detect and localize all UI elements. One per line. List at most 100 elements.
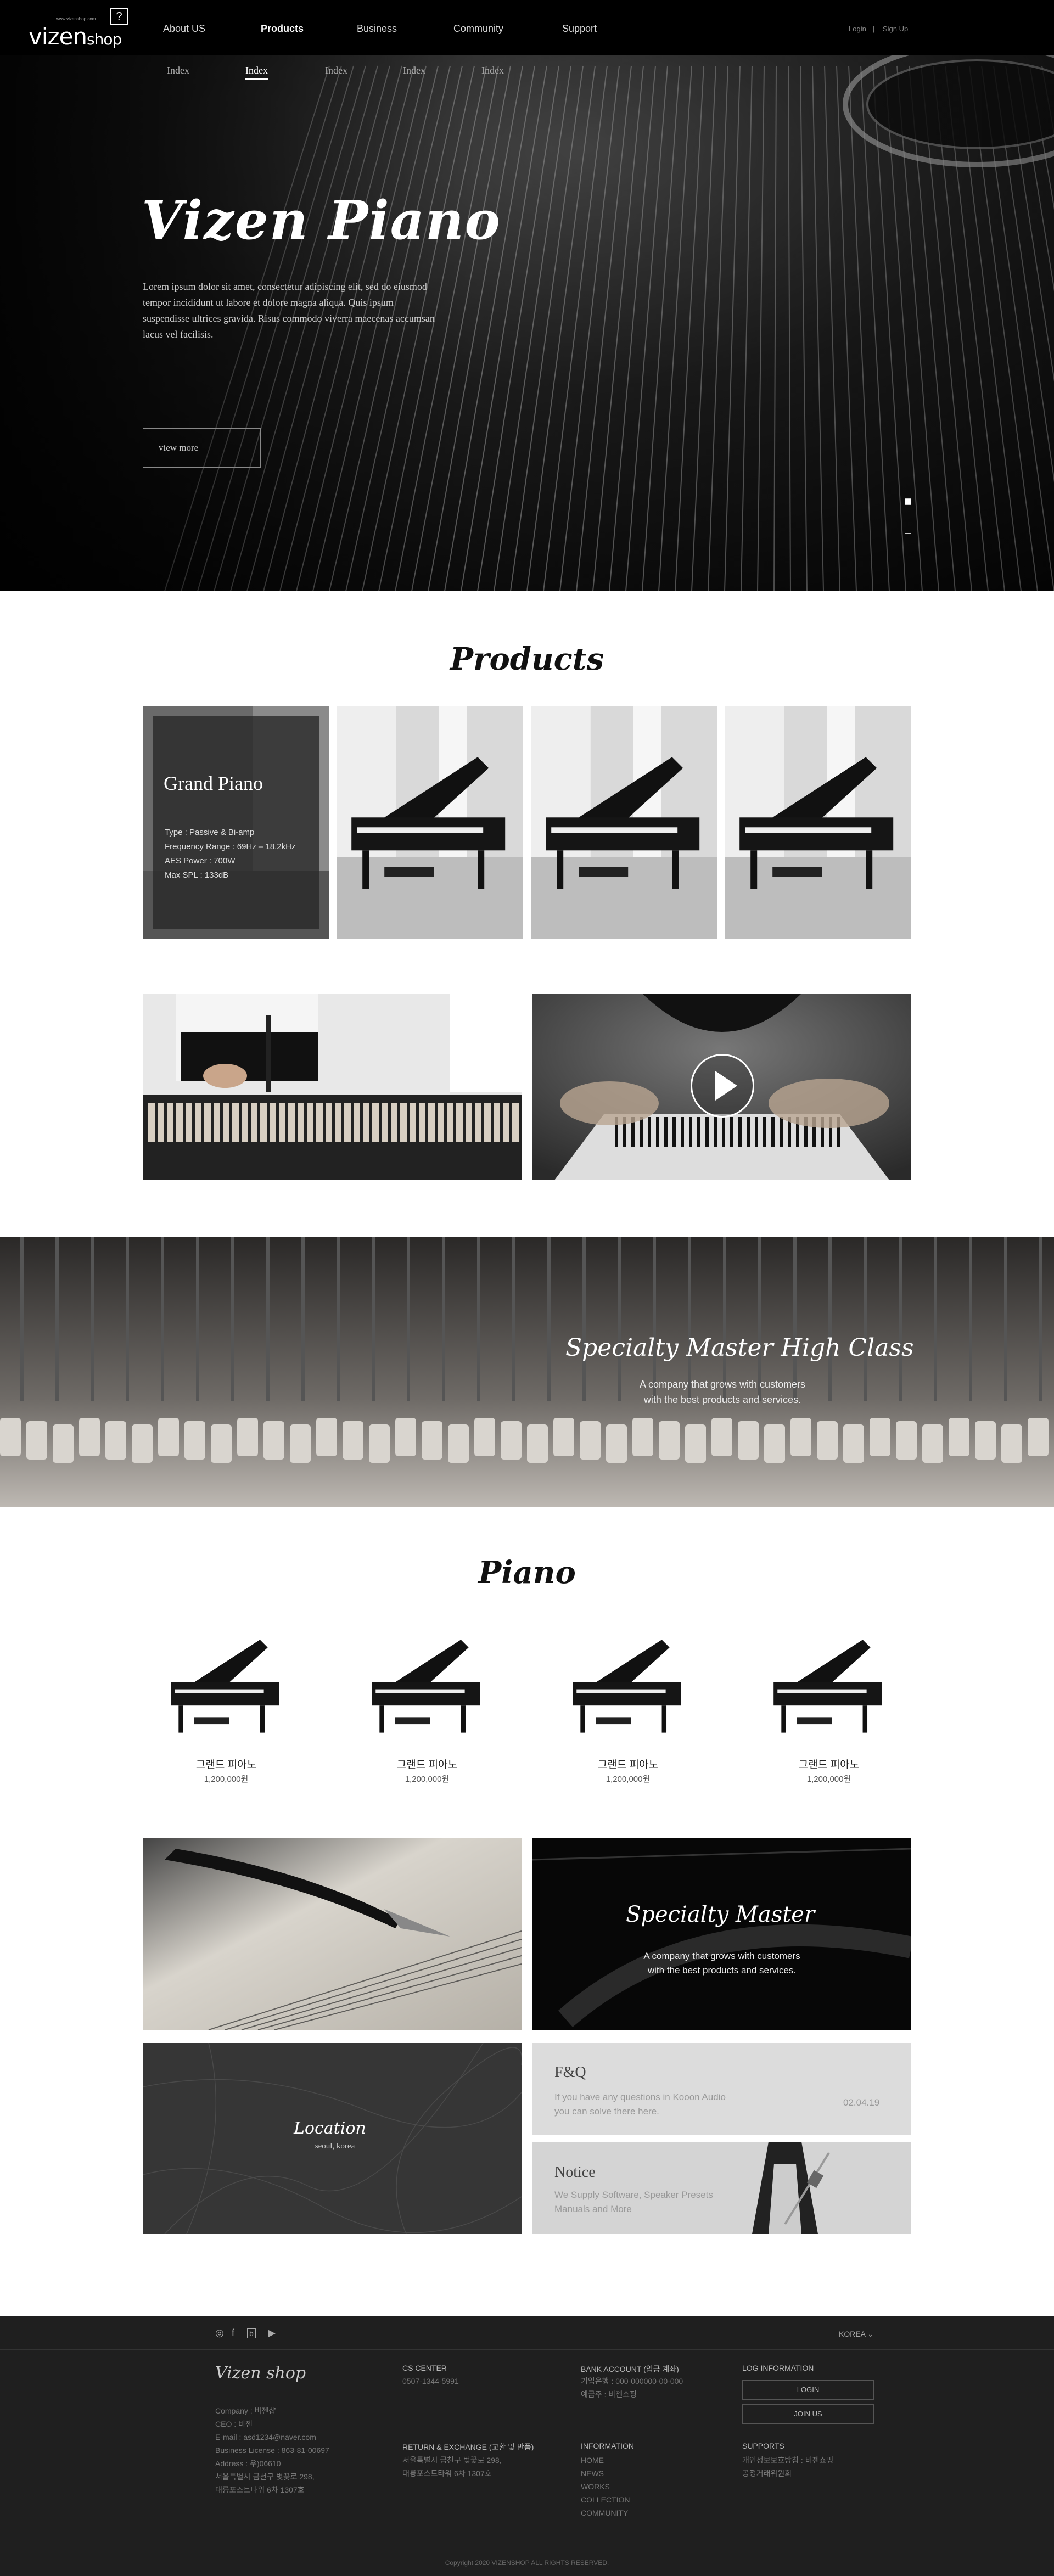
product-card[interactable]: [725, 706, 911, 939]
footer-join-button[interactable]: JOIN US: [742, 2404, 874, 2424]
speech-bubble-icon: ?: [110, 8, 128, 25]
notice-title: Notice: [554, 2164, 596, 2181]
nav-item-products[interactable]: Products: [261, 23, 304, 35]
footer-divider: [0, 2349, 1054, 2350]
facebook-icon[interactable]: f: [232, 2327, 234, 2339]
piano-name: 그랜드 피아노: [798, 1759, 860, 1771]
featured-product-name: Grand Piano: [164, 772, 263, 794]
signup-link[interactable]: Sign Up: [883, 25, 908, 33]
grand-piano-photo: [337, 706, 523, 939]
spec-power: AES Power : 700W: [165, 856, 236, 866]
featured-product-card[interactable]: Grand Piano Type : Passive & Bi-amp Freq…: [143, 706, 329, 939]
subnav-item[interactable]: Index: [481, 65, 504, 76]
specialty-banner-line1: A company that grows with customers: [639, 1379, 806, 1390]
piano-product-item[interactable]: 그랜드 피아노 1,200,000원: [160, 1608, 292, 1784]
footer-link-home[interactable]: HOME: [581, 2454, 630, 2467]
language-selector[interactable]: KOREA ⌄: [839, 2330, 874, 2339]
piano-section-title: Piano: [478, 1554, 576, 1591]
map-background: [143, 2043, 522, 2234]
instagram-icon[interactable]: ◎: [215, 2327, 224, 2339]
hero-section: vizenshop www.vizenshop.com ? About US P…: [0, 0, 1054, 591]
footer-logo: Vizen shop: [215, 2364, 306, 2383]
specialty-banner: [0, 1237, 1054, 1507]
bank-heading: BANK ACCOUNT (입금 계좌): [581, 2365, 679, 2373]
supports-heading: SUPPORTS: [742, 2442, 784, 2450]
piano-name: 그랜드 피아노: [195, 1759, 257, 1771]
notice-line2: Manuals and More: [554, 2204, 632, 2214]
piano-price: 1,200,000원: [606, 1775, 651, 1784]
piano-technician-photo: [143, 994, 522, 1180]
sheet-music-pen-photo[interactable]: [143, 1838, 522, 2030]
youtube-icon[interactable]: ▶: [268, 2327, 276, 2339]
piano-video-thumbnail[interactable]: [532, 994, 911, 1180]
grand-piano-image: [372, 1640, 480, 1733]
grand-piano-image: [171, 1640, 279, 1733]
specialty-banner-title: Specialty Master High Class: [565, 1334, 914, 1362]
nav-item-business[interactable]: Business: [357, 23, 397, 35]
information-heading: INFORMATION: [581, 2442, 634, 2450]
slide-indicator-2[interactable]: [905, 513, 911, 519]
footer-link-news[interactable]: NEWS: [581, 2467, 630, 2480]
logo-tagline: www.vizenshop.com: [56, 16, 96, 21]
subnav-item[interactable]: Index: [403, 65, 425, 76]
notice-line1: We Supply Software, Speaker Presets: [554, 2190, 713, 2200]
faq-tile[interactable]: [532, 2043, 911, 2135]
footer-link-community[interactable]: COMMUNITY: [581, 2506, 630, 2519]
piano-price: 1,200,000원: [806, 1775, 851, 1784]
nav-item-community[interactable]: Community: [453, 23, 503, 35]
specialty-banner-line2: with the best products and services.: [643, 1394, 801, 1405]
cs-phone: 0507-1344-5991: [402, 2377, 459, 2386]
piano-name: 그랜드 피아노: [396, 1759, 458, 1771]
piano-product-item[interactable]: 그랜드 피아노 1,200,000원: [562, 1608, 694, 1784]
bank-info: 기업은행 : 000-000000-00-000 예금주 : 비젠쇼핑: [581, 2377, 683, 2399]
location-tile[interactable]: [143, 2043, 522, 2234]
card-overlay: [153, 716, 319, 929]
footer-login-button[interactable]: LOGIN: [742, 2380, 874, 2400]
log-information-heading: LOG INFORMATION: [742, 2364, 814, 2372]
spec-frequency: Frequency Range : 69Hz – 18.2kHz: [165, 842, 296, 851]
play-button[interactable]: [691, 1054, 754, 1118]
subnav-item[interactable]: Index: [167, 65, 189, 76]
grand-piano-image: [773, 1640, 882, 1733]
products-section-title: Products: [450, 641, 604, 677]
faq-date: 02.04.19: [843, 2097, 880, 2108]
piano-product-item[interactable]: 그랜드 피아노 1,200,000원: [763, 1608, 895, 1784]
view-more-button[interactable]: view more: [143, 428, 261, 468]
grand-piano-photo: [725, 706, 911, 939]
specialty-master-title: Specialty Master: [626, 1902, 815, 1927]
vizenshop-logo[interactable]: vizenshop: [29, 23, 122, 50]
hero-title: Vizen Piano: [142, 189, 501, 251]
supports-info: 개인정보보호방침 : 비젠쇼핑 공정거래위원회: [742, 2456, 834, 2478]
grand-piano-image: [573, 1640, 681, 1733]
blog-icon[interactable]: b: [247, 2328, 256, 2338]
spec-spl: Max SPL : 133dB: [165, 871, 229, 880]
piano-product-item[interactable]: 그랜드 피아노 1,200,000원: [361, 1608, 493, 1784]
piano-price: 1,200,000원: [405, 1775, 450, 1784]
slide-indicator-1[interactable]: [905, 498, 911, 505]
nav-item-support[interactable]: Support: [562, 23, 597, 35]
subnav-item[interactable]: Index: [325, 65, 347, 76]
product-card[interactable]: [337, 706, 523, 939]
login-link[interactable]: Login: [849, 25, 866, 33]
hero-description: Lorem ipsum dolor sit amet, consectetur …: [143, 281, 435, 340]
piano-name: 그랜드 피아노: [597, 1759, 659, 1771]
cs-center-heading: CS CENTER: [402, 2364, 447, 2372]
location-title: Location: [294, 2119, 366, 2138]
slide-indicator-3[interactable]: [905, 527, 911, 534]
grand-piano-photo: [531, 706, 717, 939]
piano-lid-photo: [532, 1838, 911, 2030]
return-address: 서울특별시 금천구 벚꽃로 298, 대륭포스트타워 6차 1307호: [402, 2456, 502, 2478]
location-subtitle: seoul, korea: [315, 2142, 355, 2151]
play-icon: [715, 1071, 737, 1101]
faq-line2: you can solve there here.: [554, 2106, 659, 2117]
specialty-master-tile[interactable]: [532, 1838, 911, 2030]
footer-link-collection[interactable]: COLLECTION: [581, 2493, 630, 2506]
company-info: Company : 비젠샵 CEO : 비젠 E-mail : asd1234@na…: [215, 2406, 329, 2494]
footer-link-works[interactable]: WORKS: [581, 2480, 630, 2493]
product-card[interactable]: [531, 706, 717, 939]
nav-item-about-us[interactable]: About US: [163, 23, 205, 35]
copyright: Copyright 2020 VIZENSHOP ALL RIGHTS RESE…: [445, 2559, 609, 2567]
piano-price: 1,200,000원: [204, 1775, 249, 1784]
subnav-item-active[interactable]: Index: [245, 65, 268, 80]
auth-separator: |: [873, 25, 875, 33]
